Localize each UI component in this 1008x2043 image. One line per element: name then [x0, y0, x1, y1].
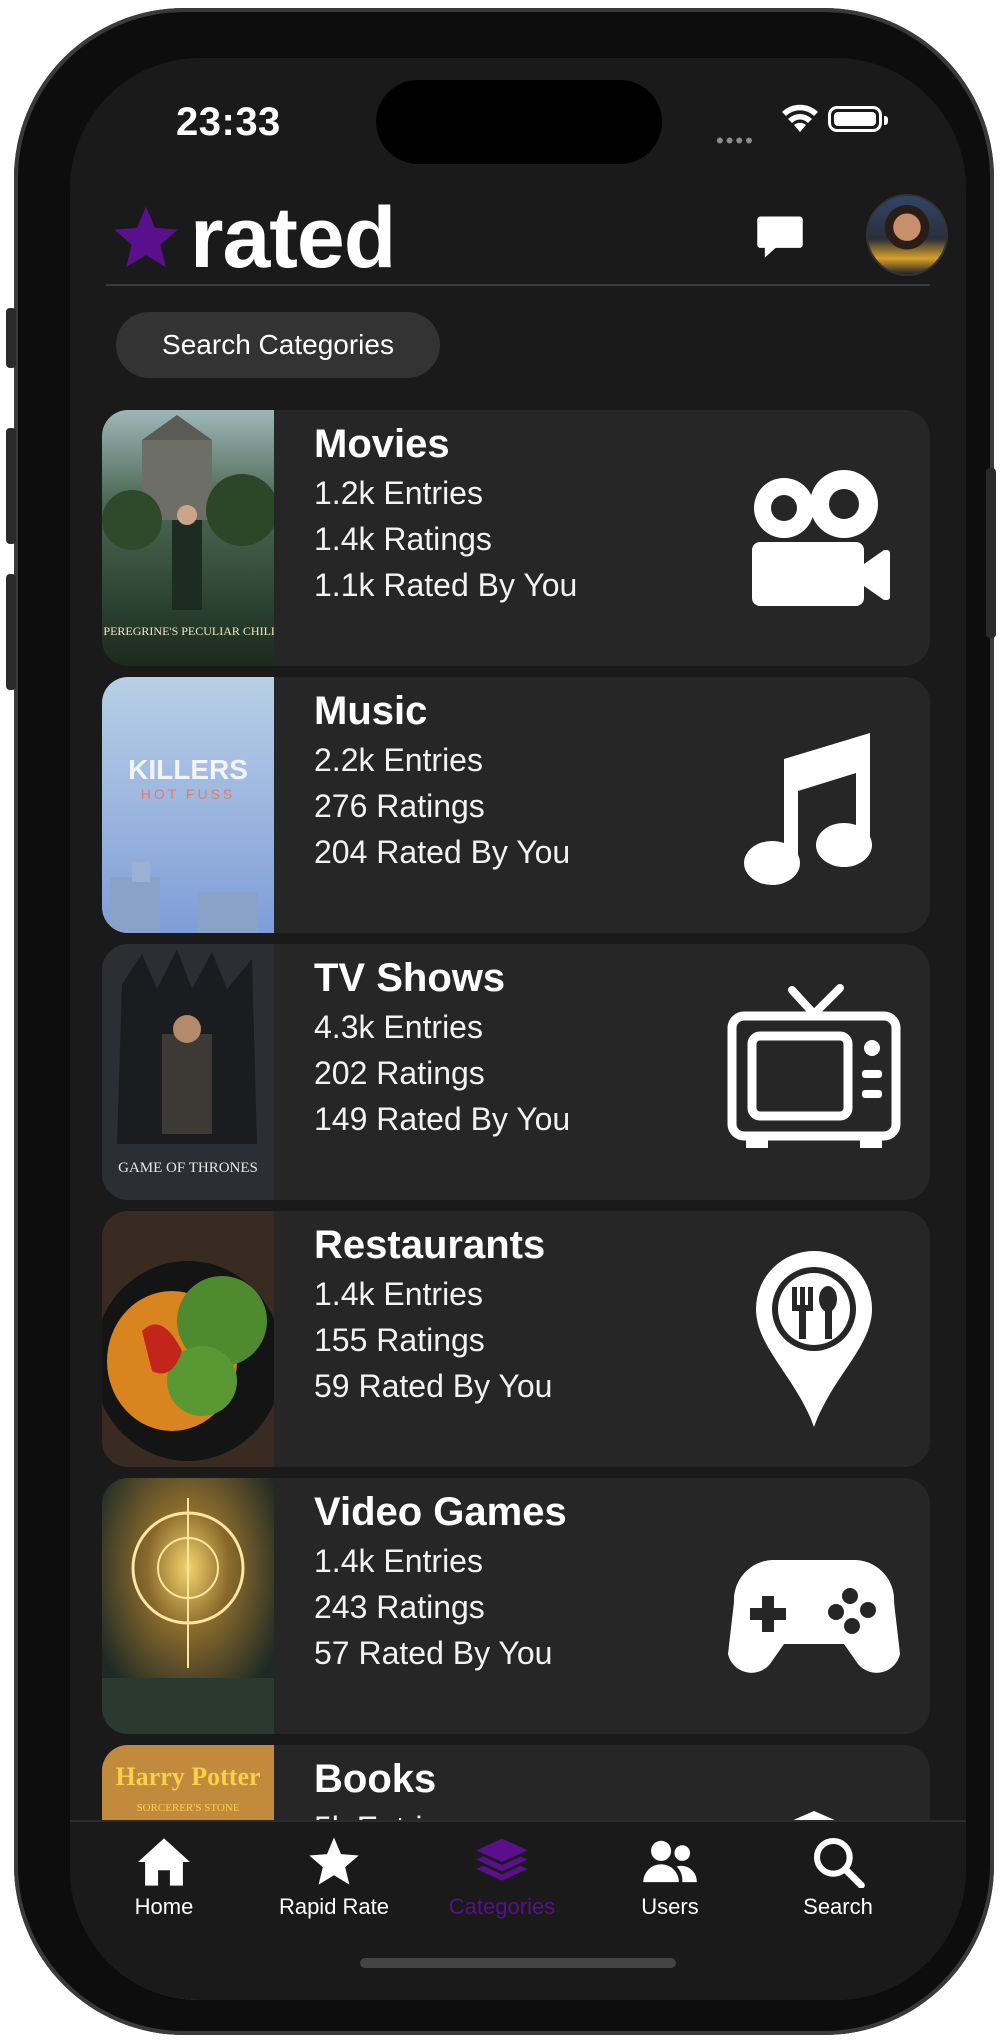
tab-home[interactable]: Home	[84, 1836, 244, 1920]
tab-users-label: Users	[641, 1894, 699, 1919]
movies-thumbnail-title: MISS PEREGRINE'S PECULIAR CHILDREN	[102, 624, 274, 638]
tab-users[interactable]: Users	[590, 1836, 750, 1920]
music-thumbnail-title: KILLERS	[128, 754, 248, 785]
chat-icon[interactable]	[754, 210, 806, 262]
mute-switch	[6, 308, 16, 368]
volume-up-button	[6, 428, 16, 544]
category-ratings: 202 Ratings	[314, 1055, 485, 1091]
star-icon	[309, 1837, 359, 1885]
category-rated-by-you: 57 Rated By You	[314, 1635, 553, 1671]
category-rated-by-you: 204 Rated By You	[314, 834, 571, 870]
category-ratings: 276 Ratings	[314, 788, 485, 824]
category-text: Video Games 1.4k Entries 243 Ratings 57 …	[314, 1486, 567, 1676]
category-card-video-games[interactable]: Video Games 1.4k Entries 243 Ratings 57 …	[102, 1478, 930, 1734]
power-button	[986, 468, 996, 638]
category-ratings: 1.4k Ratings	[314, 521, 492, 557]
category-entries: 1.2k Entries	[314, 475, 483, 511]
app-logo[interactable]: rated	[110, 188, 396, 288]
category-entries: 1.4k Entries	[314, 1276, 483, 1312]
tab-home-label: Home	[134, 1894, 194, 1919]
restaurant-pin-icon	[756, 1251, 872, 1427]
category-text: Music 2.2k Entries 276 Ratings 204 Rated…	[314, 685, 570, 875]
home-icon	[138, 1838, 190, 1886]
tab-rapid-rate-label: Rapid Rate	[278, 1894, 390, 1919]
category-card-tv-shows[interactable]: GAME OF THRONES TV Shows 4.3k Entries 20…	[102, 944, 930, 1200]
tv-shows-thumbnail-title: GAME OF THRONES	[118, 1160, 258, 1176]
music-note-icon	[744, 733, 872, 885]
phone-frame: 23:33 •••• rated Search Categories PEREG…	[6, 8, 996, 2035]
battery-icon	[828, 106, 888, 132]
tv-shows-thumbnail: GAME OF THRONES	[102, 944, 274, 1200]
layers-icon	[476, 1838, 528, 1881]
category-entries: 1.4k Entries	[314, 1543, 483, 1579]
category-entries: 4.3k Entries	[314, 1009, 483, 1045]
books-thumbnail-title: Harry Potter	[115, 1762, 260, 1791]
tab-bar: Home Rapid Rate Categories Users Search	[70, 1820, 966, 2000]
movies-thumbnail: MISS PEREGRINE'S PECULIAR CHILDREN	[102, 410, 274, 666]
category-text: Restaurants 1.4k Entries 155 Ratings 59 …	[314, 1219, 552, 1409]
restaurants-thumbnail	[102, 1211, 274, 1467]
profile-avatar[interactable]	[866, 194, 948, 276]
search-categories-label: Search Categories	[162, 329, 394, 360]
tab-rapid-rate[interactable]: Rapid Rate	[254, 1836, 414, 1920]
header-divider	[106, 284, 930, 286]
music-thumbnail: KILLERS HOT FUSS	[102, 677, 274, 933]
home-indicator	[360, 1958, 676, 1968]
television-icon	[727, 984, 901, 1148]
status-bar: 23:33 ••••	[70, 58, 966, 198]
category-title: Books	[314, 1757, 437, 1801]
status-time: 23:33	[176, 100, 281, 144]
cellular-signal-icon: ••••	[716, 128, 755, 153]
movie-camera-icon	[752, 470, 890, 606]
tab-search[interactable]: Search	[758, 1836, 918, 1920]
category-title: Video Games	[314, 1490, 567, 1534]
category-entries: 2.2k Entries	[314, 742, 483, 778]
video-games-thumbnail	[102, 1478, 274, 1734]
category-ratings: 155 Ratings	[314, 1322, 485, 1358]
music-thumbnail-subtitle: HOT FUSS	[141, 786, 236, 802]
tab-search-label: Search	[803, 1894, 873, 1919]
search-categories-button[interactable]: Search Categories	[116, 312, 440, 378]
tab-categories-label: Categories	[448, 1894, 556, 1919]
tab-categories[interactable]: Categories	[422, 1836, 582, 1920]
volume-down-button	[6, 574, 16, 690]
category-title: Restaurants	[314, 1223, 546, 1267]
category-card-movies[interactable]: MISS PEREGRINE'S PECULIAR CHILDREN Movie…	[102, 410, 930, 666]
search-icon	[813, 1837, 865, 1888]
category-title: Movies	[314, 422, 450, 466]
app-header: rated	[110, 188, 948, 288]
category-card-restaurants[interactable]: Restaurants 1.4k Entries 155 Ratings 59 …	[102, 1211, 930, 1467]
wifi-icon	[782, 104, 818, 132]
users-icon	[643, 1840, 697, 1883]
logo-star-icon	[114, 206, 178, 268]
category-card-music[interactable]: KILLERS HOT FUSS Music 2.2k Entries 276 …	[102, 677, 930, 933]
books-thumbnail-subtitle: SORCERER'S STONE	[137, 1802, 240, 1814]
category-rated-by-you: 59 Rated By You	[314, 1368, 553, 1404]
gamepad-icon	[728, 1560, 900, 1673]
category-ratings: 243 Ratings	[314, 1589, 485, 1625]
app-screen: 23:33 •••• rated Search Categories PEREG…	[70, 58, 966, 2000]
logo-text: rated	[190, 189, 396, 286]
category-title: Music	[314, 689, 428, 733]
category-text: TV Shows 4.3k Entries 202 Ratings 149 Ra…	[314, 952, 570, 1142]
dynamic-island	[376, 80, 662, 164]
category-rated-by-you: 1.1k Rated By You	[314, 567, 578, 603]
category-rated-by-you: 149 Rated By You	[314, 1101, 571, 1137]
category-text: Movies 1.2k Entries 1.4k Ratings 1.1k Ra…	[314, 418, 577, 608]
category-title: TV Shows	[314, 956, 506, 1000]
